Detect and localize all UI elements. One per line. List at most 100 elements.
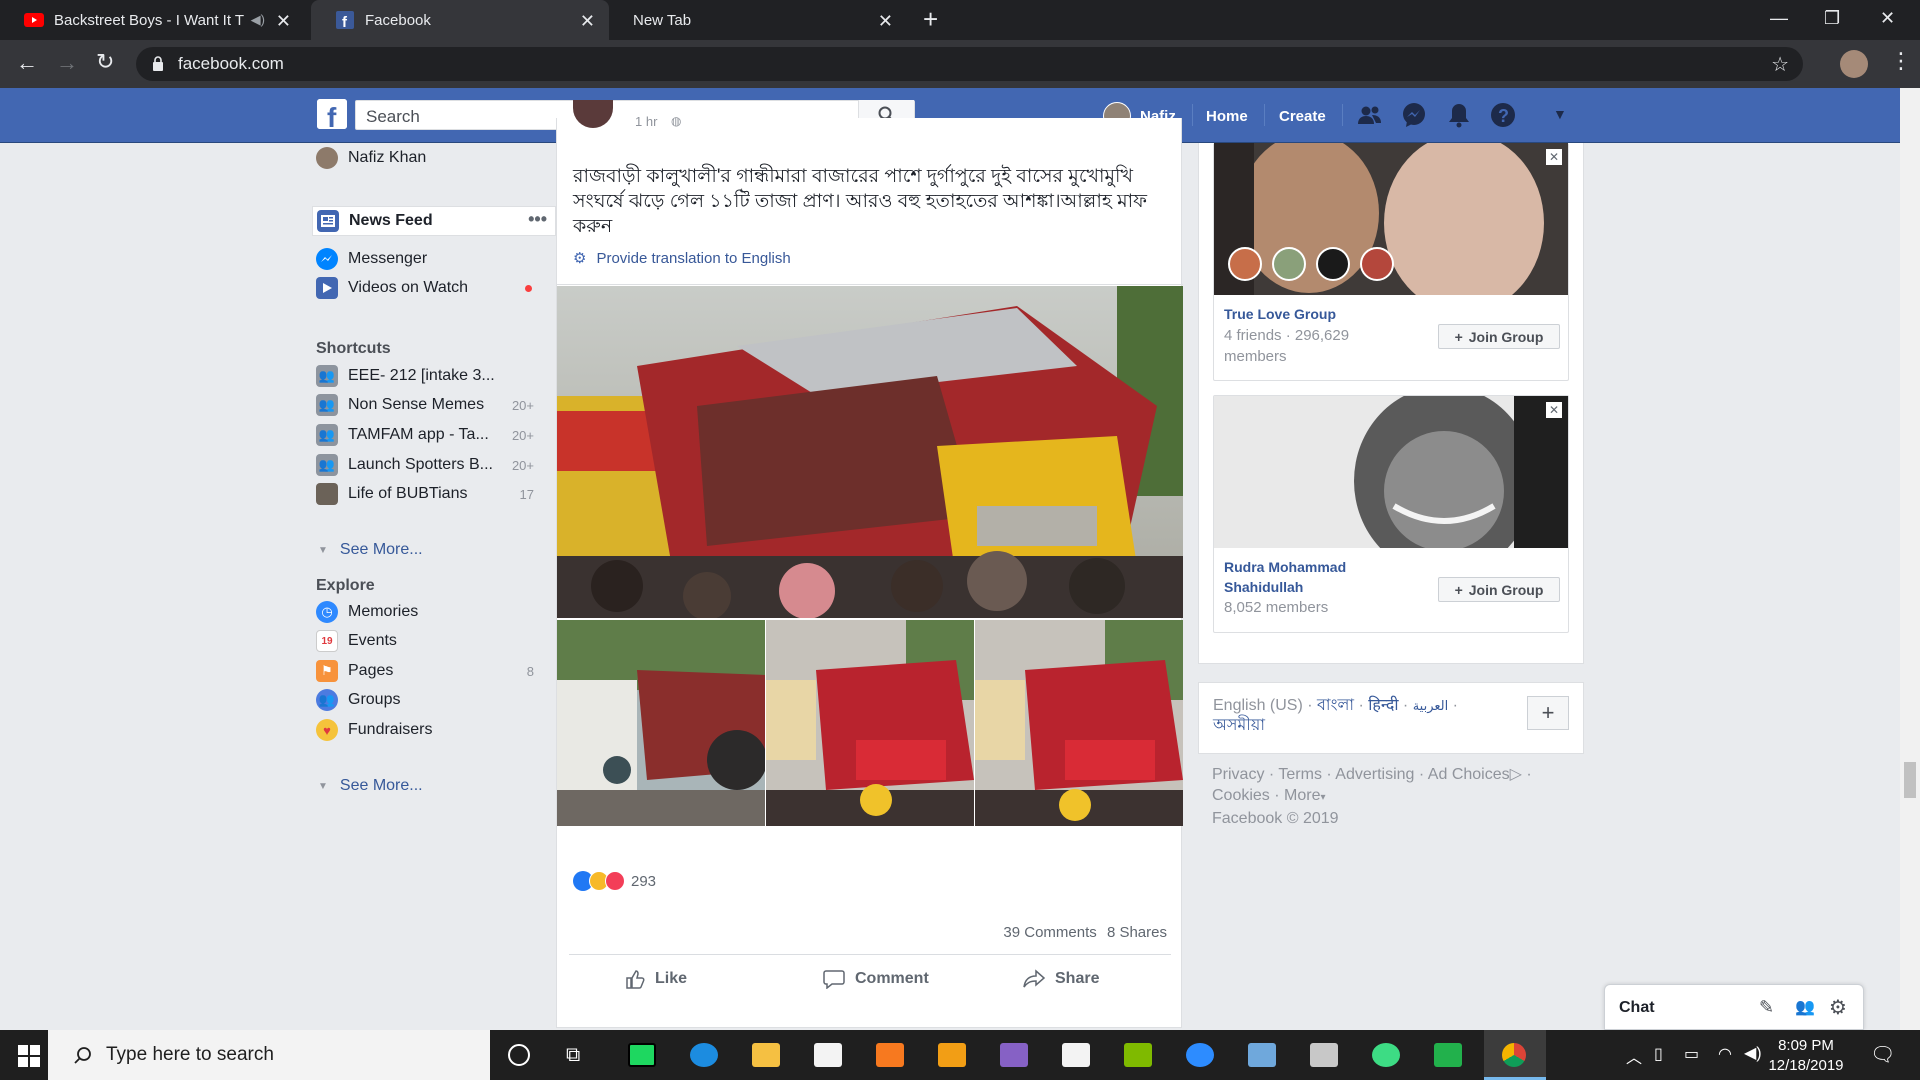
- gear-icon[interactable]: ⚙: [1829, 995, 1847, 1020]
- friend-requests-icon[interactable]: [1357, 102, 1383, 128]
- post-timestamp[interactable]: 1 hr: [635, 114, 657, 129]
- cortana-icon[interactable]: [508, 1044, 530, 1066]
- close-tab-icon[interactable]: ✕: [276, 11, 291, 32]
- visual-studio-icon[interactable]: [1000, 1043, 1028, 1067]
- sublime-text-icon[interactable]: [938, 1043, 966, 1067]
- tab-facebook[interactable]: f Facebook ✕: [311, 0, 609, 40]
- close-tab-icon[interactable]: ✕: [580, 11, 595, 32]
- translate-link[interactable]: ⚙ Provide translation to English: [573, 249, 791, 268]
- shortcut-item[interactable]: 👥 Launch Spotters B... 20+: [300, 450, 542, 480]
- bookmark-star-icon[interactable]: ☆: [1771, 52, 1789, 77]
- compose-icon[interactable]: ✎: [1759, 997, 1774, 1018]
- shares-count[interactable]: 8 Shares: [1107, 924, 1167, 941]
- taskbar-search-box[interactable]: Type here to search: [48, 1030, 490, 1080]
- join-group-button[interactable]: + Join Group: [1438, 324, 1560, 349]
- xampp-icon[interactable]: [876, 1043, 904, 1067]
- comment-button[interactable]: Comment: [823, 969, 929, 989]
- reaction-summary[interactable]: 293: [573, 870, 656, 892]
- footer-link[interactable]: Privacy: [1212, 766, 1264, 783]
- chrome-menu-icon[interactable]: ⋮: [1890, 48, 1912, 74]
- group-cover-photo[interactable]: ✕: [1214, 396, 1568, 548]
- post-photo-thumbnail[interactable]: [766, 620, 974, 826]
- sidebar-item-memories[interactable]: ◷ Memories: [300, 597, 542, 627]
- new-tab-icon[interactable]: +: [923, 4, 938, 35]
- shortcut-item[interactable]: 👥 Non Sense Memes 20+: [300, 390, 542, 420]
- join-group-button[interactable]: + Join Group: [1438, 577, 1560, 602]
- restore-icon[interactable]: ❐: [1824, 8, 1840, 29]
- microsoft-store-icon[interactable]: [1062, 1043, 1090, 1067]
- shortcut-item[interactable]: 👥 EEE- 212 [intake 3...: [300, 361, 542, 391]
- edge-icon[interactable]: [690, 1043, 718, 1067]
- app-icon[interactable]: [1310, 1043, 1338, 1067]
- scrollbar-thumb[interactable]: [1904, 762, 1916, 798]
- close-window-icon[interactable]: ✕: [1880, 8, 1895, 29]
- minimize-icon[interactable]: —: [1770, 8, 1788, 29]
- see-more-shortcuts[interactable]: ▼ See More...: [318, 541, 423, 559]
- share-button[interactable]: Share: [1023, 969, 1099, 989]
- pycharm-icon[interactable]: [628, 1043, 656, 1067]
- wifi-icon[interactable]: ◠: [1718, 1044, 1732, 1064]
- footer-link[interactable]: Cookies: [1212, 787, 1270, 804]
- app-icon[interactable]: [1248, 1043, 1276, 1067]
- account-menu-icon[interactable]: ▼: [1553, 106, 1567, 122]
- group-name[interactable]: True Love Group: [1224, 304, 1336, 324]
- language-link[interactable]: অসমীয়া: [1213, 717, 1265, 734]
- forward-icon[interactable]: →: [56, 50, 78, 76]
- file-explorer-icon[interactable]: [752, 1043, 780, 1067]
- sidebar-item-news-feed[interactable]: News Feed •••: [312, 206, 556, 236]
- sidebar-item-watch[interactable]: Videos on Watch: [300, 273, 542, 303]
- task-view-icon[interactable]: ⧉: [566, 1044, 580, 1067]
- page-scrollbar[interactable]: [1900, 88, 1920, 1030]
- language-link[interactable]: বাংলা: [1317, 697, 1354, 714]
- create-link[interactable]: Create: [1279, 108, 1326, 125]
- android-studio-icon[interactable]: [1372, 1043, 1400, 1067]
- language-link[interactable]: العربية: [1413, 698, 1449, 713]
- volume-icon[interactable]: ◀): [1744, 1043, 1762, 1063]
- sidebar-item-fundraisers[interactable]: ♥ Fundraisers: [300, 715, 542, 745]
- comments-count[interactable]: 39 Comments: [1003, 924, 1096, 941]
- sidebar-item-events[interactable]: 19 Events: [300, 626, 542, 656]
- post-photo-thumbnail[interactable]: [557, 620, 765, 826]
- action-center-icon[interactable]: 🗨: [1870, 1042, 1895, 1067]
- footer-link[interactable]: Ad Choices: [1428, 766, 1510, 783]
- close-icon[interactable]: ✕: [1546, 402, 1562, 418]
- app-icon[interactable]: [1434, 1043, 1462, 1067]
- add-language-button[interactable]: +: [1527, 696, 1569, 730]
- mail-icon[interactable]: [814, 1043, 842, 1067]
- post-main-photo[interactable]: [557, 286, 1183, 618]
- like-button[interactable]: Like: [625, 969, 687, 989]
- address-bar[interactable]: facebook.com ☆: [136, 47, 1803, 81]
- sidebar-item-pages[interactable]: ⚑ Pages 8: [300, 656, 542, 686]
- sidebar-item-messenger[interactable]: Messenger: [300, 244, 542, 274]
- create-group-icon[interactable]: 👥: [1795, 997, 1815, 1017]
- shortcut-item[interactable]: Life of BUBTians 17: [300, 479, 542, 509]
- messenger-icon[interactable]: [1401, 102, 1427, 128]
- language-link[interactable]: हिन्दी: [1368, 697, 1398, 714]
- sidebar-item-groups[interactable]: 👥 Groups: [300, 685, 542, 715]
- reload-icon[interactable]: ↻: [96, 49, 114, 75]
- audio-icon[interactable]: ◀): [251, 12, 265, 28]
- see-more-explore[interactable]: ▼ See More...: [318, 777, 423, 795]
- app-icon[interactable]: [1124, 1043, 1152, 1067]
- chevron-up-icon[interactable]: ︿: [1626, 1044, 1642, 1068]
- post-author-avatar[interactable]: [573, 100, 613, 128]
- teamviewer-icon[interactable]: [1186, 1043, 1214, 1067]
- group-name[interactable]: Rudra Mohammad Shahidullah: [1224, 557, 1404, 597]
- close-icon[interactable]: ✕: [1546, 149, 1562, 165]
- windows-start-icon[interactable]: [18, 1045, 40, 1067]
- profile-avatar[interactable]: [1840, 50, 1868, 78]
- tab-new-tab[interactable]: New Tab ✕: [609, 0, 907, 40]
- footer-link[interactable]: More: [1284, 787, 1320, 804]
- facebook-logo-icon[interactable]: f: [317, 99, 347, 129]
- notifications-icon[interactable]: [1446, 102, 1472, 128]
- system-clock[interactable]: 8:09 PM 12/18/2019: [1766, 1036, 1846, 1076]
- home-link[interactable]: Home: [1206, 108, 1248, 125]
- back-icon[interactable]: ←: [16, 50, 38, 76]
- device-icon[interactable]: ▯: [1654, 1044, 1663, 1064]
- group-cover-photo[interactable]: ✕: [1214, 143, 1568, 295]
- tab-youtube[interactable]: Backstreet Boys - I Want It Th ◀) ✕: [0, 0, 305, 40]
- sidebar-profile[interactable]: Nafiz Khan: [300, 143, 542, 173]
- close-tab-icon[interactable]: ✕: [878, 11, 893, 32]
- more-options-icon[interactable]: •••: [528, 209, 547, 230]
- shortcut-item[interactable]: 👥 TAMFAM app - Ta... 20+: [300, 420, 542, 450]
